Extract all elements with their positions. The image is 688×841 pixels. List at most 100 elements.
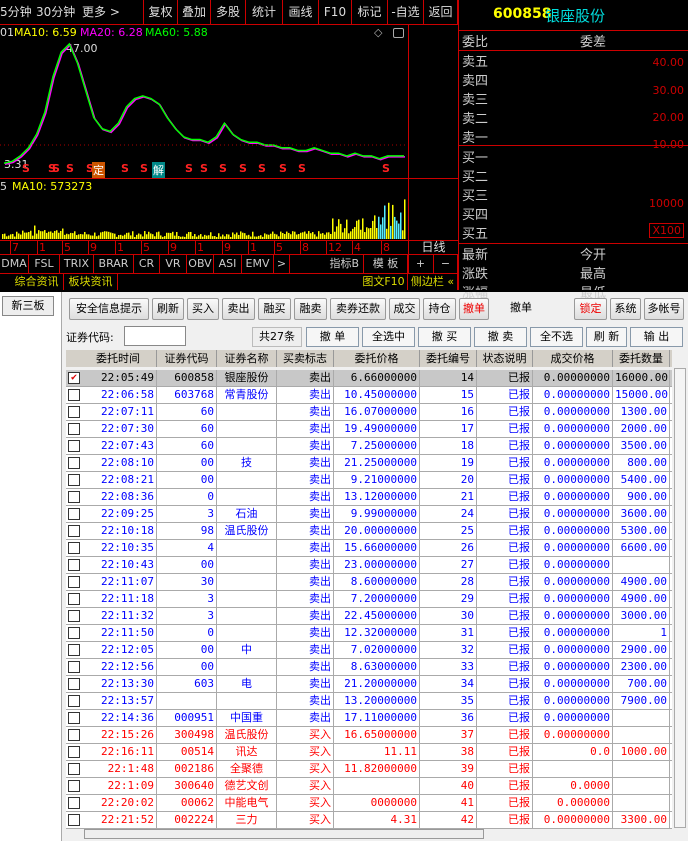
table-row[interactable]: 22:11:18 3 卖出 7.20000000 29 已报 0.00000000 4900.…	[66, 591, 672, 608]
trade-toolbar-button-12[interactable]: 系统	[610, 298, 641, 320]
filter-button-5[interactable]: 刷 新	[586, 327, 627, 347]
table-row[interactable]: 22:11:32 3 卖出 22.45000000 30 已报 0.00000000 3000…	[66, 608, 672, 625]
trade-toolbar-button-9[interactable]: 撤单	[459, 298, 489, 320]
table-row[interactable]: 22:10:43 00 卖出 23.00000000 27 已报 0.00000000	[66, 557, 672, 574]
filter-button-0[interactable]: 撤 单	[306, 327, 359, 347]
event-s-marker[interactable]: S	[121, 162, 129, 175]
table-row[interactable]: 22:08:36 0 卖出 13.12000000 21 已报 0.00000000 900.…	[66, 489, 672, 506]
indicator-tab-9[interactable]: >	[274, 255, 290, 273]
row-checkbox[interactable]	[68, 695, 80, 707]
table-row[interactable]: 22:07:43 60 卖出 7.25000000 18 已报 0.00000000 3500…	[66, 438, 672, 455]
row-checkbox[interactable]	[68, 508, 80, 520]
indicator-tab-13[interactable]: −	[434, 255, 458, 273]
event-s-marker[interactable]: S	[219, 162, 227, 175]
table-row[interactable]: 22:11:07 30 卖出 8.60000000 28 已报 0.00000000 4900…	[66, 574, 672, 591]
trade-toolbar-button-4[interactable]: 融买	[258, 298, 291, 320]
event-s-marker[interactable]: S	[200, 162, 208, 175]
event-s-marker[interactable]: S	[185, 162, 193, 175]
table-row[interactable]: ✔ 22:05:49 600858 银座股份 卖出 6.66000000 14 已报 0.000…	[66, 370, 672, 387]
row-checkbox[interactable]	[68, 389, 80, 401]
trade-toolbar-button-11[interactable]: 锁定	[574, 298, 607, 320]
bottom-tab-3[interactable]: 侧边栏 «	[408, 274, 458, 290]
row-checkbox[interactable]	[68, 746, 80, 758]
trade-toolbar-button-13[interactable]: 多帐号	[644, 298, 684, 320]
column-header[interactable]: 委托价格	[334, 350, 420, 367]
table-row[interactable]: 22:12:56 00 卖出 8.63000000 33 已报 0.00000000 2300…	[66, 659, 672, 676]
row-checkbox[interactable]	[68, 406, 80, 418]
bottom-tab-2[interactable]: 图文F10	[360, 274, 408, 290]
table-row[interactable]: 22:1:48 002186 全聚德 买入 11.82000000 39 已报	[66, 761, 672, 778]
table-row[interactable]: 22:13:57 卖出 13.20000000 35 已报 0.00000000 7900.…	[66, 693, 672, 710]
table-row[interactable]: 22:16:11 00514 讯达 买入 11.11 38 已报 0.0 1000.00	[66, 744, 672, 761]
filter-button-3[interactable]: 撤 卖	[474, 327, 527, 347]
row-checkbox[interactable]: ✔	[68, 372, 80, 384]
indicator-tab-5[interactable]: VR	[160, 255, 187, 273]
filter-button-6[interactable]: 输 出	[630, 327, 683, 347]
row-checkbox[interactable]	[68, 797, 80, 809]
row-checkbox[interactable]	[68, 610, 80, 622]
row-checkbox[interactable]	[68, 661, 80, 673]
bottom-tab-1[interactable]: 板块资讯	[64, 274, 118, 290]
table-row[interactable]: 22:1:09 300640 德艺文创 买入 40 已报 0.0000	[66, 778, 672, 795]
xinsanban-button[interactable]: 新三板	[2, 296, 54, 316]
row-checkbox[interactable]	[68, 525, 80, 537]
event-s-marker[interactable]: S	[279, 162, 287, 175]
column-header[interactable]: 证券代码	[157, 350, 217, 367]
event-s-marker[interactable]: S	[140, 162, 148, 175]
horizontal-scrollbar[interactable]	[84, 829, 484, 839]
table-row[interactable]: 22:13:30 603 电卖出 21.20000000 34 已报 0.00000000 7…	[66, 676, 672, 693]
trade-toolbar-button-3[interactable]: 卖出	[222, 298, 255, 320]
indicator-tab-0[interactable]: DMA	[0, 255, 29, 273]
row-checkbox[interactable]	[68, 457, 80, 469]
indicator-tab-12[interactable]: +	[408, 255, 434, 273]
event-jie-marker[interactable]: 解	[152, 162, 165, 178]
indicator-tab-3[interactable]: BRAR	[94, 255, 134, 273]
indicator-tab-2[interactable]: TRIX	[60, 255, 94, 273]
trade-toolbar-button-0[interactable]: 安全信息提示	[69, 298, 149, 320]
trade-toolbar-button-1[interactable]: 刷新	[152, 298, 184, 320]
table-row[interactable]: 22:09:25 3 石油 卖出 9.99000000 24 已报 0.00000000 360…	[66, 506, 672, 523]
row-checkbox[interactable]	[68, 712, 80, 724]
table-row[interactable]: 22:06:58 603768 常青股份 卖出 10.45000000 15 已报 0.000…	[66, 387, 672, 404]
bottom-tab-0[interactable]: 综合资讯	[10, 274, 64, 290]
toolbar-button-8[interactable]: 返回	[424, 0, 458, 24]
column-header[interactable]: 证券名称	[217, 350, 277, 367]
event-s-marker[interactable]: S	[258, 162, 266, 175]
table-row[interactable]: 22:12:05 00 中卖出 7.02000000 32 已报 0.00000000 290…	[66, 642, 672, 659]
row-checkbox[interactable]	[68, 678, 80, 690]
filter-button-1[interactable]: 全选中	[362, 327, 415, 347]
row-checkbox[interactable]	[68, 593, 80, 605]
table-row[interactable]: 22:14:36 000951 中国重 卖出 17.11000000 36 已报 0.0000…	[66, 710, 672, 727]
vertical-scrollbar[interactable]	[674, 368, 686, 828]
filter-button-2[interactable]: 撤 买	[418, 327, 471, 347]
row-checkbox[interactable]	[68, 440, 80, 452]
indicator-tab-11[interactable]: 模 板	[364, 255, 408, 273]
indicator-tab-7[interactable]: ASI	[214, 255, 242, 273]
table-row[interactable]: 22:21:52 002224 三力 买入 4.31 42 已报 0.00000000 3300…	[66, 812, 672, 829]
row-checkbox[interactable]	[68, 423, 80, 435]
row-checkbox[interactable]	[68, 559, 80, 571]
column-header[interactable]: 买卖标志	[277, 350, 334, 367]
column-header[interactable]: 状态说明	[477, 350, 533, 367]
column-header[interactable]: 委托编号	[420, 350, 477, 367]
event-s-marker[interactable]: S	[52, 162, 60, 175]
trade-toolbar-button-2[interactable]: 买入	[187, 298, 219, 320]
trade-toolbar-button-6[interactable]: 卖券还款	[330, 298, 386, 320]
event-s-marker[interactable]: S	[239, 162, 247, 175]
column-header[interactable]: 委托时间	[80, 350, 157, 367]
indicator-tab-6[interactable]: OBV	[187, 255, 214, 273]
row-checkbox[interactable]	[68, 491, 80, 503]
event-s-marker[interactable]: S	[22, 162, 30, 175]
indicator-tab-1[interactable]: FSL	[29, 255, 60, 273]
table-row[interactable]: 22:20:02 00062 中能电气 买入 0000000 41 已报 0.000000	[66, 795, 672, 812]
event-ding-marker[interactable]: 定	[92, 162, 105, 178]
row-checkbox[interactable]	[68, 814, 80, 826]
trade-toolbar-button-5[interactable]: 融卖	[294, 298, 327, 320]
code-input[interactable]	[124, 326, 186, 346]
event-s-marker[interactable]: S	[66, 162, 74, 175]
indicator-tab-4[interactable]: CR	[134, 255, 160, 273]
indicator-tab-8[interactable]: EMV	[242, 255, 274, 273]
trade-toolbar-button-7[interactable]: 成交	[389, 298, 420, 320]
table-row[interactable]: 22:08:10 00 技卖出 21.25000000 19 已报 0.00000000 80…	[66, 455, 672, 472]
row-checkbox[interactable]	[68, 627, 80, 639]
